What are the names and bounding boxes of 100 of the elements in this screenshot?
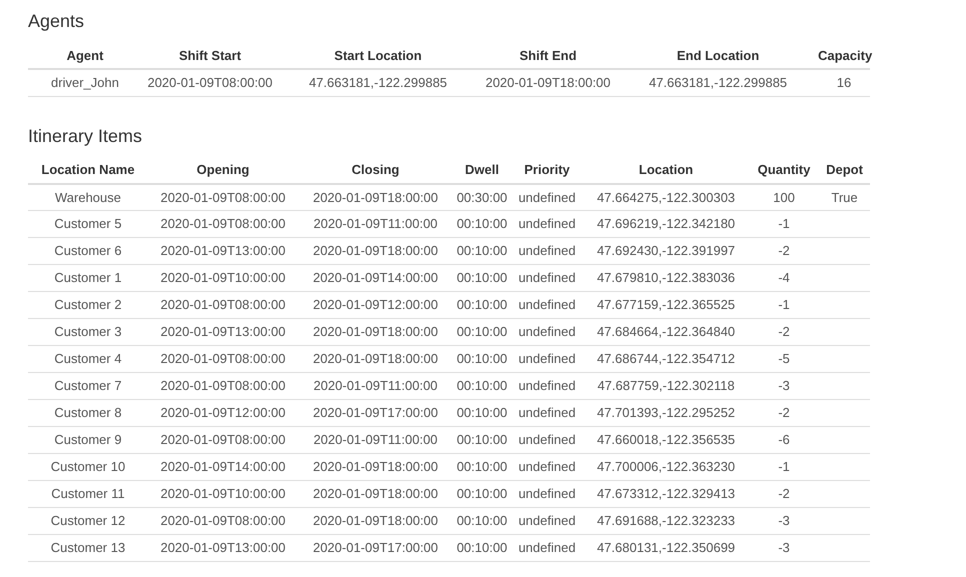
table-cell: undefined	[511, 372, 583, 400]
table-cell: 2020-01-09T08:00:00	[142, 69, 278, 96]
column-header: Capacity	[818, 43, 870, 69]
table-cell: -1	[749, 210, 819, 238]
table-cell: undefined	[511, 184, 583, 210]
table-cell: -2	[749, 318, 819, 346]
table-cell: undefined	[511, 292, 583, 318]
table-cell: 16	[818, 69, 870, 96]
table-cell: 2020-01-09T08:00:00	[148, 508, 298, 534]
table-cell: 47.701393,-122.295252	[583, 400, 749, 426]
table-cell: 100	[749, 184, 819, 210]
table-cell: 47.691688,-122.323233	[583, 508, 749, 534]
table-cell: 00:10:00	[453, 346, 511, 372]
table-cell: 2020-01-09T11:00:00	[298, 372, 453, 400]
table-cell: undefined	[511, 318, 583, 346]
column-header: Opening	[148, 158, 298, 184]
table-cell: Customer 11	[28, 480, 148, 508]
table-cell: Customer 8	[28, 400, 148, 426]
table-cell: 2020-01-09T18:00:00	[478, 69, 618, 96]
table-cell: 2020-01-09T13:00:00	[148, 534, 298, 562]
table-cell: -5	[749, 346, 819, 372]
table-cell: -3	[749, 372, 819, 400]
table-cell: undefined	[511, 534, 583, 562]
table-cell: 2020-01-09T08:00:00	[148, 372, 298, 400]
column-header: Location Name	[28, 158, 148, 184]
table-cell: 2020-01-09T08:00:00	[148, 346, 298, 372]
table-cell: undefined	[511, 454, 583, 480]
column-header: Shift End	[478, 43, 618, 69]
column-header: Start Location	[278, 43, 478, 69]
table-cell: 00:30:00	[453, 184, 511, 210]
table-cell: 00:10:00	[453, 292, 511, 318]
table-cell: -3	[749, 534, 819, 562]
table-cell: -4	[749, 264, 819, 292]
table-cell: 47.687759,-122.302118	[583, 372, 749, 400]
table-cell: 47.684664,-122.364840	[583, 318, 749, 346]
table-cell: 00:10:00	[453, 400, 511, 426]
table-cell: 2020-01-09T18:00:00	[298, 480, 453, 508]
table-cell: -2	[749, 238, 819, 264]
column-header: Closing	[298, 158, 453, 184]
column-header: Quantity	[749, 158, 819, 184]
table-cell: 47.679810,-122.383036	[583, 264, 749, 292]
table-cell: 2020-01-09T08:00:00	[148, 184, 298, 210]
table-cell: -6	[749, 426, 819, 454]
column-header: Location	[583, 158, 749, 184]
table-cell: driver_John	[28, 69, 142, 96]
table-cell: 47.680131,-122.350699	[583, 534, 749, 562]
table-cell: 2020-01-09T18:00:00	[298, 318, 453, 346]
column-header: Dwell	[453, 158, 511, 184]
table-cell: 00:10:00	[453, 318, 511, 346]
table-cell: Warehouse	[28, 184, 148, 210]
table-cell: undefined	[511, 264, 583, 292]
table-cell: Customer 1	[28, 264, 148, 292]
table-cell: 00:10:00	[453, 372, 511, 400]
table-cell: -2	[749, 480, 819, 508]
column-header: Priority	[511, 158, 583, 184]
table-cell: 2020-01-09T12:00:00	[298, 292, 453, 318]
table-cell: 2020-01-09T08:00:00	[148, 426, 298, 454]
table-cell: 2020-01-09T10:00:00	[148, 264, 298, 292]
table-cell: 47.663181,-122.299885	[618, 69, 818, 96]
column-header: End Location	[618, 43, 818, 69]
table-cell: Customer 9	[28, 426, 148, 454]
table-cell: 2020-01-09T12:00:00	[148, 400, 298, 426]
table-cell: 00:10:00	[453, 238, 511, 264]
table-cell: 2020-01-09T18:00:00	[298, 238, 453, 264]
table-cell: undefined	[511, 400, 583, 426]
table-cell: 00:10:00	[453, 480, 511, 508]
table-cell: 00:10:00	[453, 210, 511, 238]
table-cell: Customer 10	[28, 454, 148, 480]
table-cell: 00:10:00	[453, 426, 511, 454]
table-cell: 2020-01-09T17:00:00	[298, 534, 453, 562]
section-title: Itinerary Items	[28, 124, 144, 148]
table-cell: 47.692430,-122.391997	[583, 238, 749, 264]
table-cell: 2020-01-09T13:00:00	[148, 238, 298, 264]
table-cell: 2020-01-09T13:00:00	[148, 318, 298, 346]
table-cell: 2020-01-09T18:00:00	[298, 184, 453, 210]
table-cell: 47.673312,-122.329413	[583, 480, 749, 508]
table-cell: undefined	[511, 238, 583, 264]
table-cell: -1	[749, 454, 819, 480]
table-cell: 2020-01-09T18:00:00	[298, 454, 453, 480]
table-cell: 2020-01-09T17:00:00	[298, 400, 453, 426]
column-header: Depot	[819, 158, 870, 184]
table-cell: Customer 7	[28, 372, 148, 400]
table-cell: Customer 6	[28, 238, 148, 264]
table-cell: Customer 4	[28, 346, 148, 372]
table-cell: 47.663181,-122.299885	[278, 69, 478, 96]
table-cell: 47.686744,-122.354712	[583, 346, 749, 372]
table-cell: 47.696219,-122.342180	[583, 210, 749, 238]
table-cell: -1	[749, 292, 819, 318]
table-cell: undefined	[511, 346, 583, 372]
table-cell: -2	[749, 400, 819, 426]
table-cell: Customer 2	[28, 292, 148, 318]
table-cell: undefined	[511, 480, 583, 508]
table-cell: -3	[749, 508, 819, 534]
table-cell: undefined	[511, 426, 583, 454]
table-cell: 47.700006,-122.363230	[583, 454, 749, 480]
table-cell: Customer 12	[28, 508, 148, 534]
table-cell: 2020-01-09T10:00:00	[148, 480, 298, 508]
table-cell: 47.664275,-122.300303	[583, 184, 749, 210]
table-cell: 2020-01-09T11:00:00	[298, 210, 453, 238]
section-title: Agents	[28, 10, 86, 33]
